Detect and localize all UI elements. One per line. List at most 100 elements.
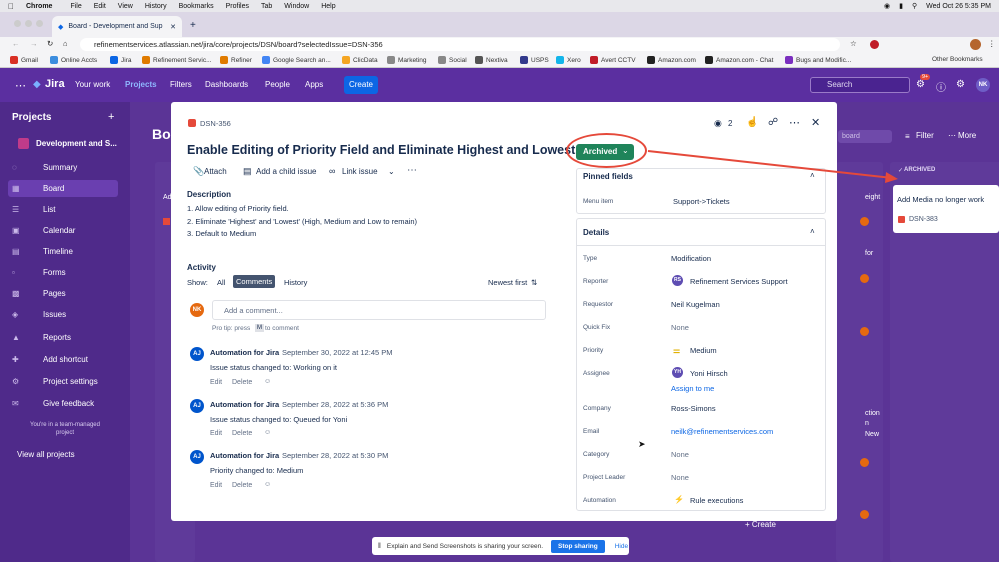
entry-delete-link[interactable]: Delete xyxy=(232,379,252,386)
menu-profiles[interactable]: Profiles xyxy=(226,3,249,10)
details-collapse-chevron-icon[interactable]: ˄ xyxy=(810,227,815,236)
field-value-assignee[interactable]: Yoni Hirsch xyxy=(690,369,728,378)
browser-tab[interactable]: ◆ Board - Development and Sup ✕ xyxy=(52,16,182,37)
view-all-projects-link[interactable]: View all projects xyxy=(17,450,75,459)
field-value-quick-fix[interactable]: None xyxy=(671,323,689,332)
description-line-2[interactable]: 2. Eliminate 'Highest' and 'Lowest' (Hig… xyxy=(187,217,417,226)
sidebar-item-list[interactable]: List xyxy=(43,205,55,214)
field-value-reporter[interactable]: Refinement Services Support xyxy=(690,277,788,286)
archived-card[interactable]: Add Media no longer work DSN-383 xyxy=(893,185,999,233)
stop-sharing-button[interactable]: Stop sharing xyxy=(551,539,605,553)
address-bar[interactable]: refinementservices.atlassian.net/jira/co… xyxy=(80,38,840,51)
sidebar-item-pages[interactable]: Pages xyxy=(43,289,66,298)
details-heading[interactable]: Details xyxy=(583,228,609,237)
add-child-issue-button[interactable]: Add a child issue xyxy=(256,167,316,176)
sidebar-item-board[interactable]: Board xyxy=(43,184,64,193)
window-close-dot[interactable] xyxy=(14,20,21,27)
bookmark-gmail[interactable]: Gmail xyxy=(10,56,38,64)
bookmark-clicdata[interactable]: ClicData xyxy=(342,56,378,64)
menu-history[interactable]: History xyxy=(145,3,167,10)
entry-reaction-icon[interactable]: ☺ xyxy=(264,481,271,488)
settings-gear-icon[interactable]: ⚙ xyxy=(956,79,965,90)
description-line-3[interactable]: 3. Default to Medium xyxy=(187,229,256,238)
sidebar-item-issues[interactable]: Issues xyxy=(43,310,66,319)
window-min-dot[interactable] xyxy=(25,20,32,27)
more-icon[interactable]: ⋯ xyxy=(948,131,956,140)
more-button[interactable]: More xyxy=(958,131,976,140)
entry-delete-link[interactable]: Delete xyxy=(232,430,252,437)
field-value-priority[interactable]: Medium xyxy=(690,346,717,355)
wifi-icon[interactable]: ◉ xyxy=(884,2,890,10)
battery-icon[interactable]: ▮ xyxy=(899,2,903,10)
assign-to-me-link[interactable]: Assign to me xyxy=(671,384,714,393)
issue-title[interactable]: Enable Editing of Priority Field and Eli… xyxy=(187,143,575,157)
bookmark-amazon-chat[interactable]: Amazon.com - Chat xyxy=(705,56,773,64)
pinned-field-value[interactable]: Support->Tickets xyxy=(673,197,730,206)
bookmark-social[interactable]: Social xyxy=(438,56,467,64)
bookmark-online-accts[interactable]: Online Accts xyxy=(50,56,97,64)
entry-date[interactable]: September 28, 2022 at 5:36 PM xyxy=(282,400,388,409)
chrome-menu-icon[interactable]: ⋮ xyxy=(988,39,996,48)
clock[interactable]: Wed Oct 26 5:35 PM xyxy=(926,3,991,10)
menu-window[interactable]: Window xyxy=(284,3,309,10)
menu-app-name[interactable]: Chrome xyxy=(26,3,52,10)
bookmark-refiner[interactable]: Refiner xyxy=(220,56,252,64)
create-issue-button[interactable]: + Create xyxy=(745,520,776,529)
apple-icon[interactable]:  xyxy=(8,2,14,11)
link-issue-button[interactable]: Link issue xyxy=(342,167,378,176)
sidebar-item-forms[interactable]: Forms xyxy=(43,268,66,277)
more-apps-icon[interactable]: ⋯ xyxy=(407,165,417,176)
user-avatar[interactable]: NK xyxy=(976,78,990,92)
entry-edit-link[interactable]: Edit xyxy=(210,379,222,386)
entry-author[interactable]: Automation for Jira xyxy=(210,348,279,357)
like-thumb-icon[interactable]: ☝ xyxy=(746,117,758,128)
entry-delete-link[interactable]: Delete xyxy=(232,482,252,489)
entry-author[interactable]: Automation for Jira xyxy=(210,400,279,409)
forward-icon[interactable]: → xyxy=(30,39,38,48)
field-value-automation[interactable]: Rule executions xyxy=(690,496,743,505)
field-value-category[interactable]: None xyxy=(671,450,689,459)
field-value-project-leader[interactable]: None xyxy=(671,473,689,482)
sidebar-item-reports[interactable]: Reports xyxy=(43,333,71,342)
bookmark-nextiva[interactable]: Nextiva xyxy=(475,56,508,64)
back-icon[interactable]: ← xyxy=(12,39,20,48)
sidebar-item-project-settings[interactable]: Project settings xyxy=(43,377,98,386)
bookmark-other[interactable]: Other Bookmarks xyxy=(932,56,983,63)
bookmark-refinement[interactable]: Refinement Servic... xyxy=(142,56,212,64)
issue-key[interactable]: DSN-356 xyxy=(200,119,231,128)
nav-your-work[interactable]: Your work xyxy=(75,80,110,89)
bookmark-google-search[interactable]: Google Search an... xyxy=(262,56,331,64)
bookmark-star-icon[interactable]: ☆ xyxy=(850,39,857,48)
field-value-type[interactable]: Modification xyxy=(671,254,711,263)
reload-icon[interactable]: ↻ xyxy=(47,39,53,48)
share-icon[interactable]: ☍ xyxy=(768,117,778,128)
home-icon[interactable]: ⌂ xyxy=(63,39,68,48)
help-icon[interactable]: ⓘ xyxy=(936,79,946,94)
create-button[interactable]: Create xyxy=(344,76,378,94)
hide-button[interactable]: Hide xyxy=(615,543,628,550)
menu-file[interactable]: File xyxy=(70,3,81,10)
activity-filter-history[interactable]: History xyxy=(284,278,307,287)
app-switcher-icon[interactable]: ⋯ xyxy=(15,79,26,92)
notifications-icon[interactable]: ⚙ xyxy=(916,79,925,90)
sidebar-item-summary[interactable]: Summary xyxy=(43,163,77,172)
jira-logo-text[interactable]: Jira xyxy=(45,78,65,90)
new-tab-icon[interactable]: + xyxy=(190,20,196,31)
menu-view[interactable]: View xyxy=(118,3,133,10)
menu-bookmarks[interactable]: Bookmarks xyxy=(179,3,214,10)
nav-filters[interactable]: Filters xyxy=(170,80,192,89)
close-tab-icon[interactable]: ✕ xyxy=(170,23,176,31)
jira-search-input[interactable]: Search xyxy=(810,77,910,93)
close-modal-icon[interactable]: ✕ xyxy=(811,116,820,129)
pinned-fields-heading[interactable]: Pinned fields xyxy=(583,172,633,181)
field-value-email[interactable]: neilk@refinementservices.com xyxy=(671,427,773,436)
nav-dashboards[interactable]: Dashboards xyxy=(205,80,248,89)
search-icon[interactable]: ⚲ xyxy=(912,2,917,10)
profile-avatar[interactable] xyxy=(970,39,981,50)
entry-date[interactable]: September 30, 2022 at 12:45 PM xyxy=(282,348,393,357)
menu-edit[interactable]: Edit xyxy=(94,3,106,10)
activity-filter-all[interactable]: All xyxy=(217,278,225,287)
entry-reaction-icon[interactable]: ☺ xyxy=(264,378,271,385)
entry-date[interactable]: September 28, 2022 at 5:30 PM xyxy=(282,451,388,460)
activity-sort[interactable]: Newest first xyxy=(488,278,527,287)
